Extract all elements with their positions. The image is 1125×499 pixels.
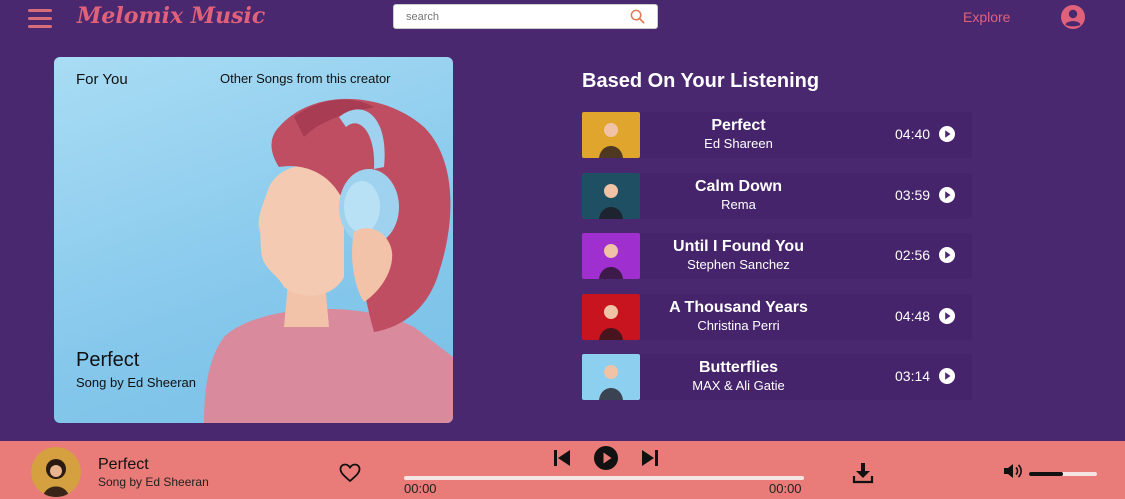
play-icon[interactable]: [939, 368, 955, 384]
song-duration: 02:56: [895, 247, 931, 263]
tab-other-songs[interactable]: Other Songs from this creator: [220, 71, 391, 86]
song-thumbnail: [582, 173, 640, 219]
play-icon[interactable]: [939, 126, 955, 142]
volume-icon[interactable]: [1003, 463, 1023, 479]
heart-icon[interactable]: [339, 463, 361, 483]
play-icon[interactable]: [594, 446, 618, 470]
now-playing-cover: [31, 447, 81, 497]
song-duration: 04:48: [895, 308, 931, 324]
volume-slider[interactable]: [1029, 472, 1097, 476]
brand-logo: Melomix Music: [77, 3, 266, 29]
tab-for-you[interactable]: For You: [76, 71, 128, 88]
song-artist: Christina Perri: [697, 318, 780, 333]
player-bar: Perfect Song by Ed Sheeran 00:00 00:00: [0, 441, 1125, 499]
song-title[interactable]: A Thousand Years: [652, 299, 825, 317]
explore-link[interactable]: Explore: [963, 9, 1010, 25]
song-duration: 04:40: [895, 126, 931, 142]
total-time: 00:00: [769, 481, 802, 496]
song-duration: 03:14: [895, 368, 931, 384]
song-row[interactable]: A Thousand Years Christina Perri 04:48: [582, 294, 972, 340]
search-input[interactable]: [394, 5, 624, 28]
song-title[interactable]: Butterflies: [652, 359, 825, 377]
song-row[interactable]: Butterflies MAX & Ali Gatie 03:14: [582, 354, 972, 400]
progress-bar[interactable]: [404, 476, 804, 480]
song-title[interactable]: Calm Down: [652, 178, 825, 196]
previous-track-icon[interactable]: [553, 449, 571, 467]
song-title[interactable]: Until I Found You: [652, 238, 825, 256]
menu-icon[interactable]: [28, 9, 52, 31]
song-thumbnail: [582, 233, 640, 279]
song-artist: MAX & Ali Gatie: [692, 378, 785, 393]
current-time: 00:00: [404, 481, 437, 496]
song-duration: 03:59: [895, 187, 931, 203]
top-bar: Melomix Music Explore: [0, 0, 1125, 38]
play-icon[interactable]: [939, 247, 955, 263]
volume-fill: [1029, 472, 1063, 476]
download-icon[interactable]: [852, 462, 874, 484]
song-artist: Ed Shareen: [704, 136, 773, 151]
featured-subtitle: Song by Ed Sheeran: [76, 375, 196, 390]
user-account-icon[interactable]: [1061, 5, 1085, 29]
play-icon[interactable]: [939, 308, 955, 324]
featured-title: Perfect: [76, 349, 140, 371]
song-thumbnail: [582, 294, 640, 340]
song-row[interactable]: Perfect Ed Shareen 04:40: [582, 112, 972, 158]
song-artist: Rema: [721, 197, 756, 212]
song-thumbnail: [582, 112, 640, 158]
now-playing-title: Perfect: [98, 456, 149, 473]
featured-card[interactable]: For You Other Songs from this creator Pe…: [54, 57, 453, 423]
next-track-icon[interactable]: [641, 449, 659, 467]
play-icon[interactable]: [939, 187, 955, 203]
song-row[interactable]: Until I Found You Stephen Sanchez 02:56: [582, 233, 972, 279]
song-thumbnail: [582, 354, 640, 400]
search-box: [393, 4, 658, 29]
song-artist: Stephen Sanchez: [687, 257, 790, 272]
section-title: Based On Your Listening: [582, 70, 820, 92]
search-icon[interactable]: [630, 9, 645, 24]
song-row[interactable]: Calm Down Rema 03:59: [582, 173, 972, 219]
now-playing-subtitle: Song by Ed Sheeran: [98, 475, 209, 489]
song-title[interactable]: Perfect: [652, 117, 825, 135]
